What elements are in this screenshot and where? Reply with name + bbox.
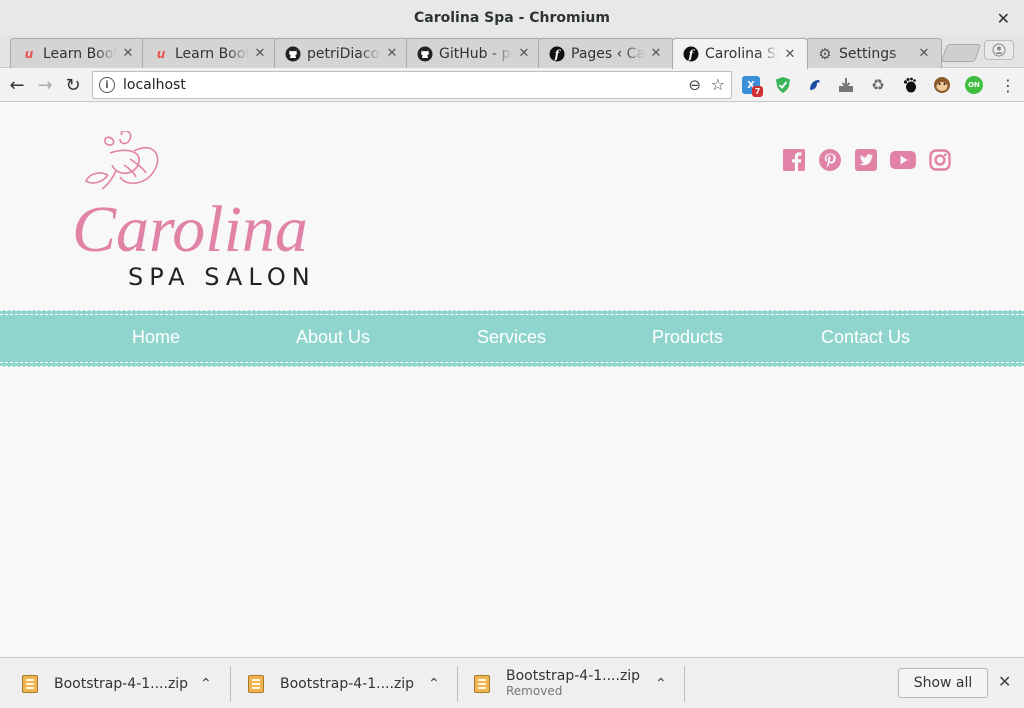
main-navbar: Home About Us Services Products Contact … bbox=[0, 310, 1024, 367]
tab-label: GitHub - petri bbox=[439, 45, 513, 62]
download-filename: Bootstrap-4-1....zip bbox=[280, 676, 415, 692]
tab-label: petriDiacon bbox=[307, 45, 381, 62]
tab-label: Carolina Spa bbox=[705, 46, 779, 62]
download-options-caret-icon[interactable]: ⌃ bbox=[200, 676, 212, 692]
nav-contact-us[interactable]: Contact Us bbox=[821, 327, 910, 348]
tab-close-icon[interactable]: ✕ bbox=[385, 46, 399, 61]
profile-button[interactable] bbox=[984, 40, 1014, 60]
tab-learn-bootstrap-2[interactable]: u Learn Bootstrap ✕ bbox=[142, 38, 278, 68]
download-filename: Bootstrap-4-1....zip bbox=[54, 676, 189, 692]
tab-label: Settings bbox=[839, 45, 897, 62]
window-titlebar: Carolina Spa - Chromium ✕ bbox=[0, 0, 1024, 36]
github-icon bbox=[285, 46, 301, 62]
reload-button[interactable]: ↻ bbox=[62, 74, 84, 96]
on-toggle-icon[interactable]: ON bbox=[965, 76, 983, 94]
logo-subtitle: SPA SALON bbox=[128, 263, 316, 291]
symfony-icon: f bbox=[549, 46, 565, 62]
download-options-caret-icon[interactable]: ⌃ bbox=[428, 676, 440, 692]
nav-services[interactable]: Services bbox=[477, 327, 546, 348]
github-icon bbox=[417, 46, 433, 62]
address-bar[interactable]: i localhost ⊖ ☆ bbox=[92, 71, 732, 99]
tab-close-icon[interactable]: ✕ bbox=[253, 46, 267, 61]
youtube-icon[interactable] bbox=[889, 147, 917, 173]
navbar-top-stitch bbox=[0, 314, 1024, 315]
udemy-icon: u bbox=[24, 46, 34, 61]
extension-badge: 7 bbox=[752, 86, 763, 97]
recycle-icon[interactable]: ♻ bbox=[869, 76, 887, 94]
zip-file-icon bbox=[22, 675, 38, 693]
flower-logo-icon: Carolina SPA SALON bbox=[72, 130, 316, 291]
download-item[interactable]: Bootstrap-4-1....zip bbox=[22, 664, 188, 704]
window-title: Carolina Spa - Chromium bbox=[414, 10, 610, 26]
download-separator bbox=[684, 666, 685, 702]
tab-close-icon[interactable]: ✕ bbox=[517, 46, 531, 61]
monkey-icon[interactable] bbox=[933, 76, 951, 94]
bookmark-star-icon[interactable]: ☆ bbox=[711, 75, 725, 94]
download-text: Bootstrap-4-1....zip Removed bbox=[506, 669, 640, 699]
url-text: localhost bbox=[123, 77, 186, 93]
pinterest-icon[interactable] bbox=[817, 147, 843, 173]
back-button[interactable]: ← bbox=[6, 74, 28, 96]
tab-close-icon[interactable]: ✕ bbox=[783, 47, 797, 62]
tab-strip: u Learn Bootstrap ✕ u Learn Bootstrap ✕ … bbox=[0, 36, 1024, 69]
carolina-spa-logo[interactable]: Carolina SPA SALON bbox=[72, 130, 362, 291]
nav-home[interactable]: Home bbox=[132, 327, 180, 348]
tab-pages[interactable]: f Pages ‹ Carolina ✕ bbox=[538, 38, 674, 68]
tab-petridiacon[interactable]: petriDiacon ✕ bbox=[274, 38, 410, 68]
udemy-icon: u bbox=[156, 46, 166, 61]
logo-script: Carolina bbox=[72, 193, 308, 266]
info-icon[interactable]: i bbox=[99, 77, 115, 93]
new-tab-button[interactable] bbox=[940, 44, 982, 62]
nav-products[interactable]: Products bbox=[652, 327, 723, 348]
download-icon[interactable] bbox=[837, 76, 855, 94]
download-options-caret-icon[interactable]: ⌃ bbox=[655, 676, 667, 692]
nav-about-us[interactable]: About Us bbox=[296, 327, 370, 348]
twitter-icon[interactable] bbox=[853, 147, 879, 173]
tab-label: Learn Bootstrap bbox=[43, 45, 117, 62]
shield-icon[interactable] bbox=[774, 76, 792, 94]
downloads-bar: Bootstrap-4-1....zip ⌃ Bootstrap-4-1....… bbox=[0, 657, 1024, 708]
tab-close-icon[interactable]: ✕ bbox=[649, 46, 663, 61]
tab-close-icon[interactable]: ✕ bbox=[917, 46, 931, 61]
download-item[interactable]: Bootstrap-4-1....zip Removed bbox=[474, 664, 640, 704]
browser-toolbar: ← → ↻ i localhost ⊖ ☆ X 7 ♻ ON ⋮ bbox=[0, 68, 1024, 102]
tab-carolina-spa[interactable]: f Carolina Spa ✕ bbox=[672, 38, 808, 69]
browser-menu-button[interactable]: ⋮ bbox=[1000, 76, 1016, 95]
tab-settings[interactable]: ⚙ Settings ✕ bbox=[806, 38, 942, 68]
window-close-button[interactable]: ✕ bbox=[997, 9, 1010, 28]
close-downloads-icon[interactable]: ✕ bbox=[998, 672, 1011, 691]
page-content: Carolina SPA SALON Home About Us Service… bbox=[0, 103, 1024, 657]
gear-icon: ⚙ bbox=[818, 44, 832, 63]
gnome-foot-icon[interactable] bbox=[901, 76, 919, 94]
navbar-bottom-stitch bbox=[0, 362, 1024, 363]
bird-icon[interactable] bbox=[806, 76, 824, 94]
user-icon bbox=[992, 43, 1006, 57]
tab-label: Learn Bootstrap bbox=[175, 45, 249, 62]
tab-label: Pages ‹ Carolina bbox=[571, 45, 645, 62]
download-separator bbox=[457, 666, 458, 702]
forward-button[interactable]: → bbox=[34, 74, 56, 96]
download-filename: Bootstrap-4-1....zip bbox=[506, 668, 641, 684]
facebook-icon[interactable] bbox=[781, 147, 807, 173]
tab-learn-bootstrap-1[interactable]: u Learn Bootstrap ✕ bbox=[10, 38, 146, 68]
zoom-icon[interactable]: ⊖ bbox=[688, 76, 701, 94]
symfony-icon: f bbox=[683, 46, 699, 62]
download-item[interactable]: Bootstrap-4-1....zip bbox=[248, 664, 414, 704]
instagram-icon[interactable] bbox=[927, 147, 953, 173]
tab-close-icon[interactable]: ✕ bbox=[121, 46, 135, 61]
tab-github[interactable]: GitHub - petri ✕ bbox=[406, 38, 542, 68]
zip-file-icon bbox=[248, 675, 264, 693]
download-status: Removed bbox=[506, 684, 563, 698]
zip-file-icon bbox=[474, 675, 490, 693]
download-separator bbox=[230, 666, 231, 702]
show-all-button[interactable]: Show all bbox=[898, 668, 988, 698]
